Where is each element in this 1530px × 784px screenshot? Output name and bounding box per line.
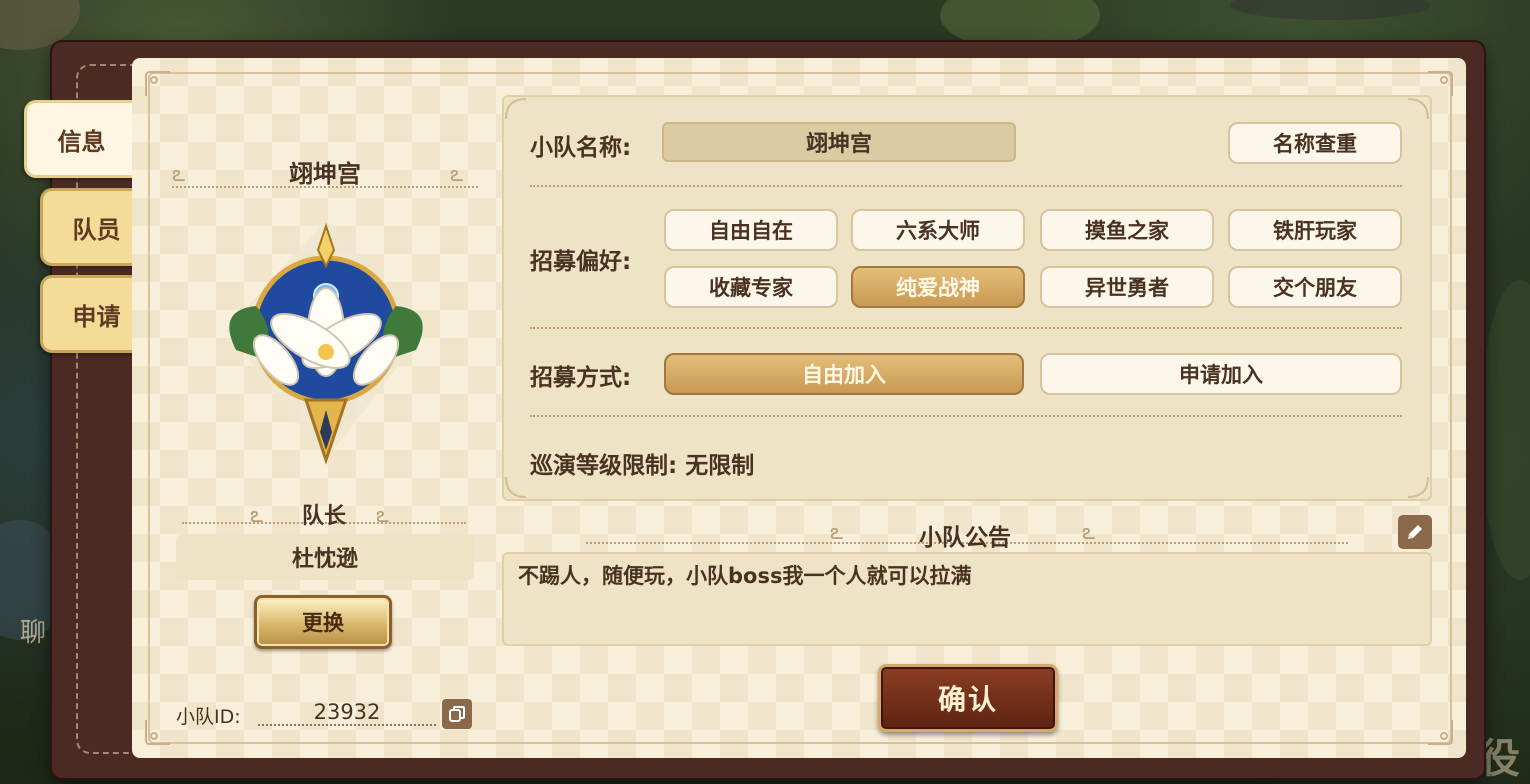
notice-text[interactable]: 不踢人，随便玩，小队boss我一个人就可以拉满 [502, 552, 1432, 646]
team-emblem[interactable] [196, 210, 456, 480]
preference-option-selected[interactable]: 纯爱战神 [851, 266, 1025, 308]
change-leader-button[interactable]: 更换 [254, 595, 392, 649]
notice-title: 小队公告 [919, 525, 1011, 551]
team-id-value: 23932 [258, 700, 436, 726]
preference-option[interactable]: 六系大师 [851, 209, 1025, 251]
emblem-image [226, 220, 426, 465]
preference-option[interactable]: 收藏专家 [664, 266, 838, 308]
level-limit-text: 巡演等级限制: 无限制 [530, 453, 755, 479]
chat-hint-text: 聊 [20, 618, 47, 648]
copy-id-button[interactable] [442, 699, 472, 729]
method-apply-join[interactable]: 申请加入 [1040, 353, 1402, 395]
recruit-preference-label: 招募偏好: [530, 249, 632, 275]
team-id-label: 小队ID: [176, 706, 241, 728]
method-free-join[interactable]: 自由加入 [664, 353, 1024, 395]
preference-option[interactable]: 交个朋友 [1228, 266, 1402, 308]
recruit-method-label: 招募方式: [530, 365, 632, 391]
check-name-button[interactable]: 名称查重 [1228, 122, 1402, 164]
copy-icon [449, 706, 465, 722]
leader-label: 队长 [301, 504, 346, 529]
team-name-field[interactable]: 翊坤宫 [662, 122, 1016, 162]
confirm-button[interactable]: 确认 [878, 664, 1058, 732]
leader-name: 杜忱逊 [176, 534, 474, 580]
edit-notice-button[interactable] [1398, 515, 1432, 549]
flourish-icon: ఽ [1082, 520, 1095, 545]
tab-info[interactable]: 信息 [24, 100, 136, 178]
team-name-title: 翊坤宫 [289, 160, 361, 188]
preference-option[interactable]: 铁肝玩家 [1228, 209, 1402, 251]
preference-option[interactable]: 自由自在 [664, 209, 838, 251]
pencil-icon [1408, 525, 1422, 539]
preference-option[interactable]: 异世勇者 [1040, 266, 1214, 308]
team-name-label: 小队名称: [530, 135, 632, 161]
flourish-icon: ఽ [830, 520, 843, 545]
preference-option[interactable]: 摸鱼之家 [1040, 209, 1214, 251]
